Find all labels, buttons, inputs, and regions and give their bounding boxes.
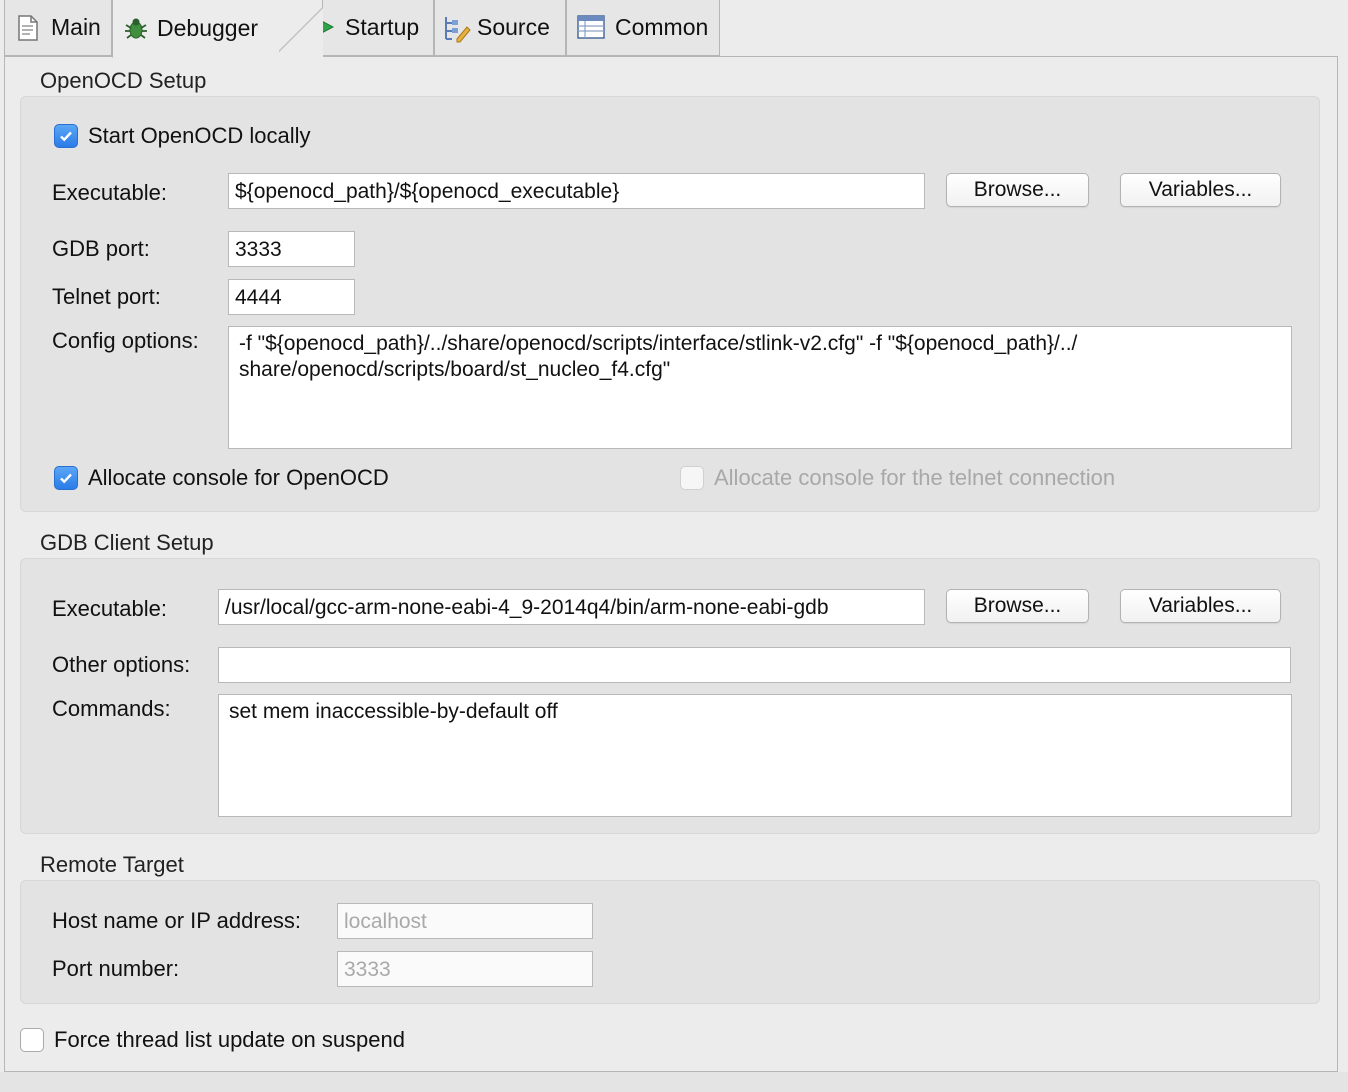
tab-startup[interactable]: Startup bbox=[313, 0, 434, 56]
commands-label: Commands: bbox=[52, 696, 171, 721]
telnet-port-field[interactable]: 4444 bbox=[228, 279, 355, 315]
tab-label: Source bbox=[477, 14, 550, 40]
allocate-console-checkbox[interactable] bbox=[54, 466, 78, 490]
force-thread-label: Force thread list update on suspend bbox=[54, 1027, 406, 1052]
openocd-setup-title: OpenOCD Setup bbox=[40, 68, 207, 93]
tab-source[interactable]: Source bbox=[434, 0, 566, 56]
openocd-setup-group bbox=[20, 96, 1320, 512]
config-options-field[interactable]: -f "${openocd_path}/../share/openocd/scr… bbox=[228, 326, 1292, 449]
tab-main[interactable]: Main bbox=[4, 0, 112, 56]
gdb-browse-button[interactable]: Browse... bbox=[946, 589, 1089, 623]
openocd-executable-field[interactable]: ${openocd_path}/${openocd_executable} bbox=[228, 173, 925, 209]
table-icon bbox=[577, 14, 605, 41]
allocate-telnet-checkbox[interactable] bbox=[680, 466, 704, 490]
gdb-variables-button[interactable]: Variables... bbox=[1120, 589, 1281, 623]
gdb-client-setup-title: GDB Client Setup bbox=[40, 530, 214, 555]
port-number-label: Port number: bbox=[52, 956, 180, 981]
telnet-port-label: Telnet port: bbox=[52, 284, 161, 309]
gdb-port-label: GDB port: bbox=[52, 236, 150, 261]
tab-common[interactable]: Common bbox=[566, 0, 720, 56]
openocd-browse-button[interactable]: Browse... bbox=[946, 173, 1089, 207]
tab-label: Debugger bbox=[157, 15, 259, 41]
tab-label: Common bbox=[615, 14, 709, 40]
allocate-telnet-label: Allocate console for the telnet connecti… bbox=[714, 465, 1116, 490]
bug-icon bbox=[123, 16, 147, 42]
force-thread-checkbox[interactable] bbox=[20, 1028, 44, 1052]
host-field[interactable]: localhost bbox=[337, 903, 593, 939]
tab-debugger[interactable]: Debugger bbox=[112, 0, 323, 58]
start-openocd-checkbox[interactable] bbox=[54, 124, 78, 148]
remote-target-title: Remote Target bbox=[40, 852, 184, 877]
checkmark-icon bbox=[60, 473, 72, 484]
other-options-label: Other options: bbox=[52, 652, 191, 677]
config-options-label: Config options: bbox=[52, 328, 199, 353]
host-label: Host name or IP address: bbox=[52, 908, 302, 933]
gdb-port-field[interactable]: 3333 bbox=[228, 231, 355, 267]
allocate-console-label: Allocate console for OpenOCD bbox=[88, 465, 389, 490]
commands-field[interactable]: set mem inaccessible-by-default off bbox=[218, 694, 1292, 817]
other-options-field[interactable] bbox=[218, 647, 1291, 683]
source-icon bbox=[443, 15, 471, 42]
tab-label: Main bbox=[51, 14, 101, 40]
gdb-executable-label: Executable: bbox=[52, 596, 167, 621]
start-openocd-label: Start OpenOCD locally bbox=[88, 123, 311, 148]
port-number-field[interactable]: 3333 bbox=[337, 951, 593, 987]
remote-target-group bbox=[20, 880, 1320, 1004]
openocd-executable-label: Executable: bbox=[52, 180, 167, 205]
gdb-executable-field[interactable]: /usr/local/gcc-arm-none-eabi-4_9-2014q4/… bbox=[218, 589, 925, 625]
tab-bar: Main Debugger Startup Source Common bbox=[0, 0, 1348, 58]
tab-label: Startup bbox=[345, 14, 420, 40]
document-icon bbox=[17, 14, 41, 41]
checkmark-icon bbox=[60, 131, 72, 142]
openocd-variables-button[interactable]: Variables... bbox=[1120, 173, 1281, 207]
